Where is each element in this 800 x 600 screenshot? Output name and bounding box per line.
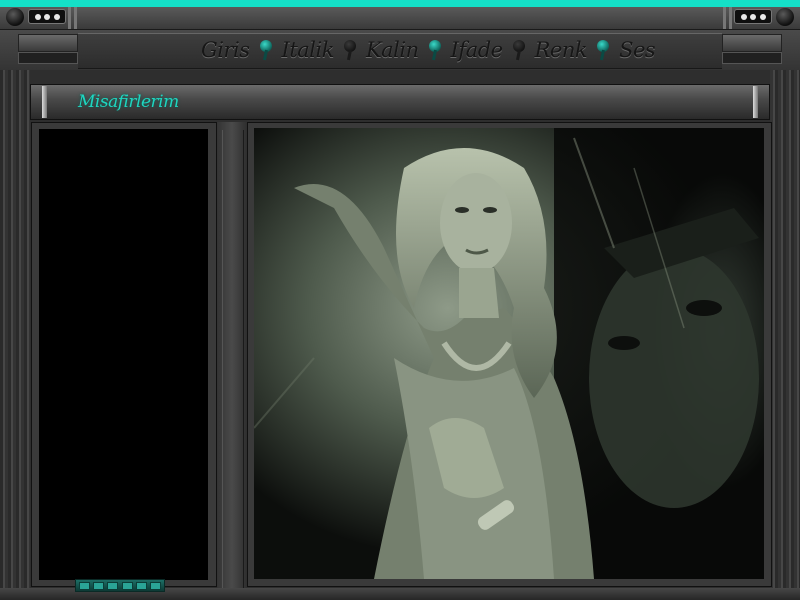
teal-note-icon (259, 38, 273, 62)
counter-cell (93, 581, 105, 590)
photo-portrait-icon (254, 128, 764, 579)
dot-icon (44, 13, 50, 20)
menu-side-block-right (722, 34, 782, 52)
teal-note-icon (512, 38, 526, 62)
left-side-rail (0, 70, 30, 600)
corner-ball-icon (6, 8, 24, 26)
counter-cell (121, 581, 133, 590)
portrait-art (254, 128, 764, 579)
dot-icon (759, 13, 766, 20)
menu-item-giris[interactable]: Giris (196, 38, 255, 62)
menu-side-block-left-lower (18, 52, 78, 64)
teal-note-icon (596, 38, 610, 62)
counter-cell (79, 581, 91, 590)
top-accent-strip (0, 0, 800, 7)
counter-cell (135, 581, 147, 590)
teal-note-icon (428, 38, 442, 62)
right-side-rail (770, 70, 800, 600)
counter-cell (149, 581, 161, 590)
counter-cell (107, 581, 119, 590)
menu-side-block-right-lower (722, 52, 782, 64)
menu-item-renk[interactable]: Renk (530, 38, 593, 62)
corner-ball-icon (776, 8, 794, 26)
teal-note-icon (343, 38, 357, 62)
menu-item-ifade[interactable]: Ifade (446, 38, 508, 62)
header-post (42, 86, 47, 118)
title-bar (0, 7, 800, 30)
title-bar-post (68, 7, 71, 29)
divider-inner (222, 130, 244, 600)
title-bar-post (74, 7, 77, 29)
menu-item-kalin[interactable]: Kalin (361, 38, 424, 62)
dot-icon (740, 13, 747, 20)
window-dots-icon[interactable] (28, 9, 66, 24)
title-bar-post (729, 7, 732, 29)
dot-icon (34, 13, 41, 20)
window-dots-icon[interactable] (734, 9, 772, 24)
menu-item-italik[interactable]: Italik (277, 38, 339, 62)
dot-icon (53, 13, 60, 20)
main-menu: Giris Italik Kalin Ifade Renk Ses (196, 34, 660, 66)
header-post (753, 86, 758, 118)
page-title: Misafirlerim (78, 92, 179, 112)
menu-item-ses[interactable]: Ses (614, 38, 660, 62)
menu-side-block-left (18, 34, 78, 52)
dot-icon (750, 13, 756, 20)
title-bar-post (723, 7, 726, 29)
visitor-counter-icon (75, 579, 165, 592)
guest-list-panel[interactable] (39, 129, 208, 580)
